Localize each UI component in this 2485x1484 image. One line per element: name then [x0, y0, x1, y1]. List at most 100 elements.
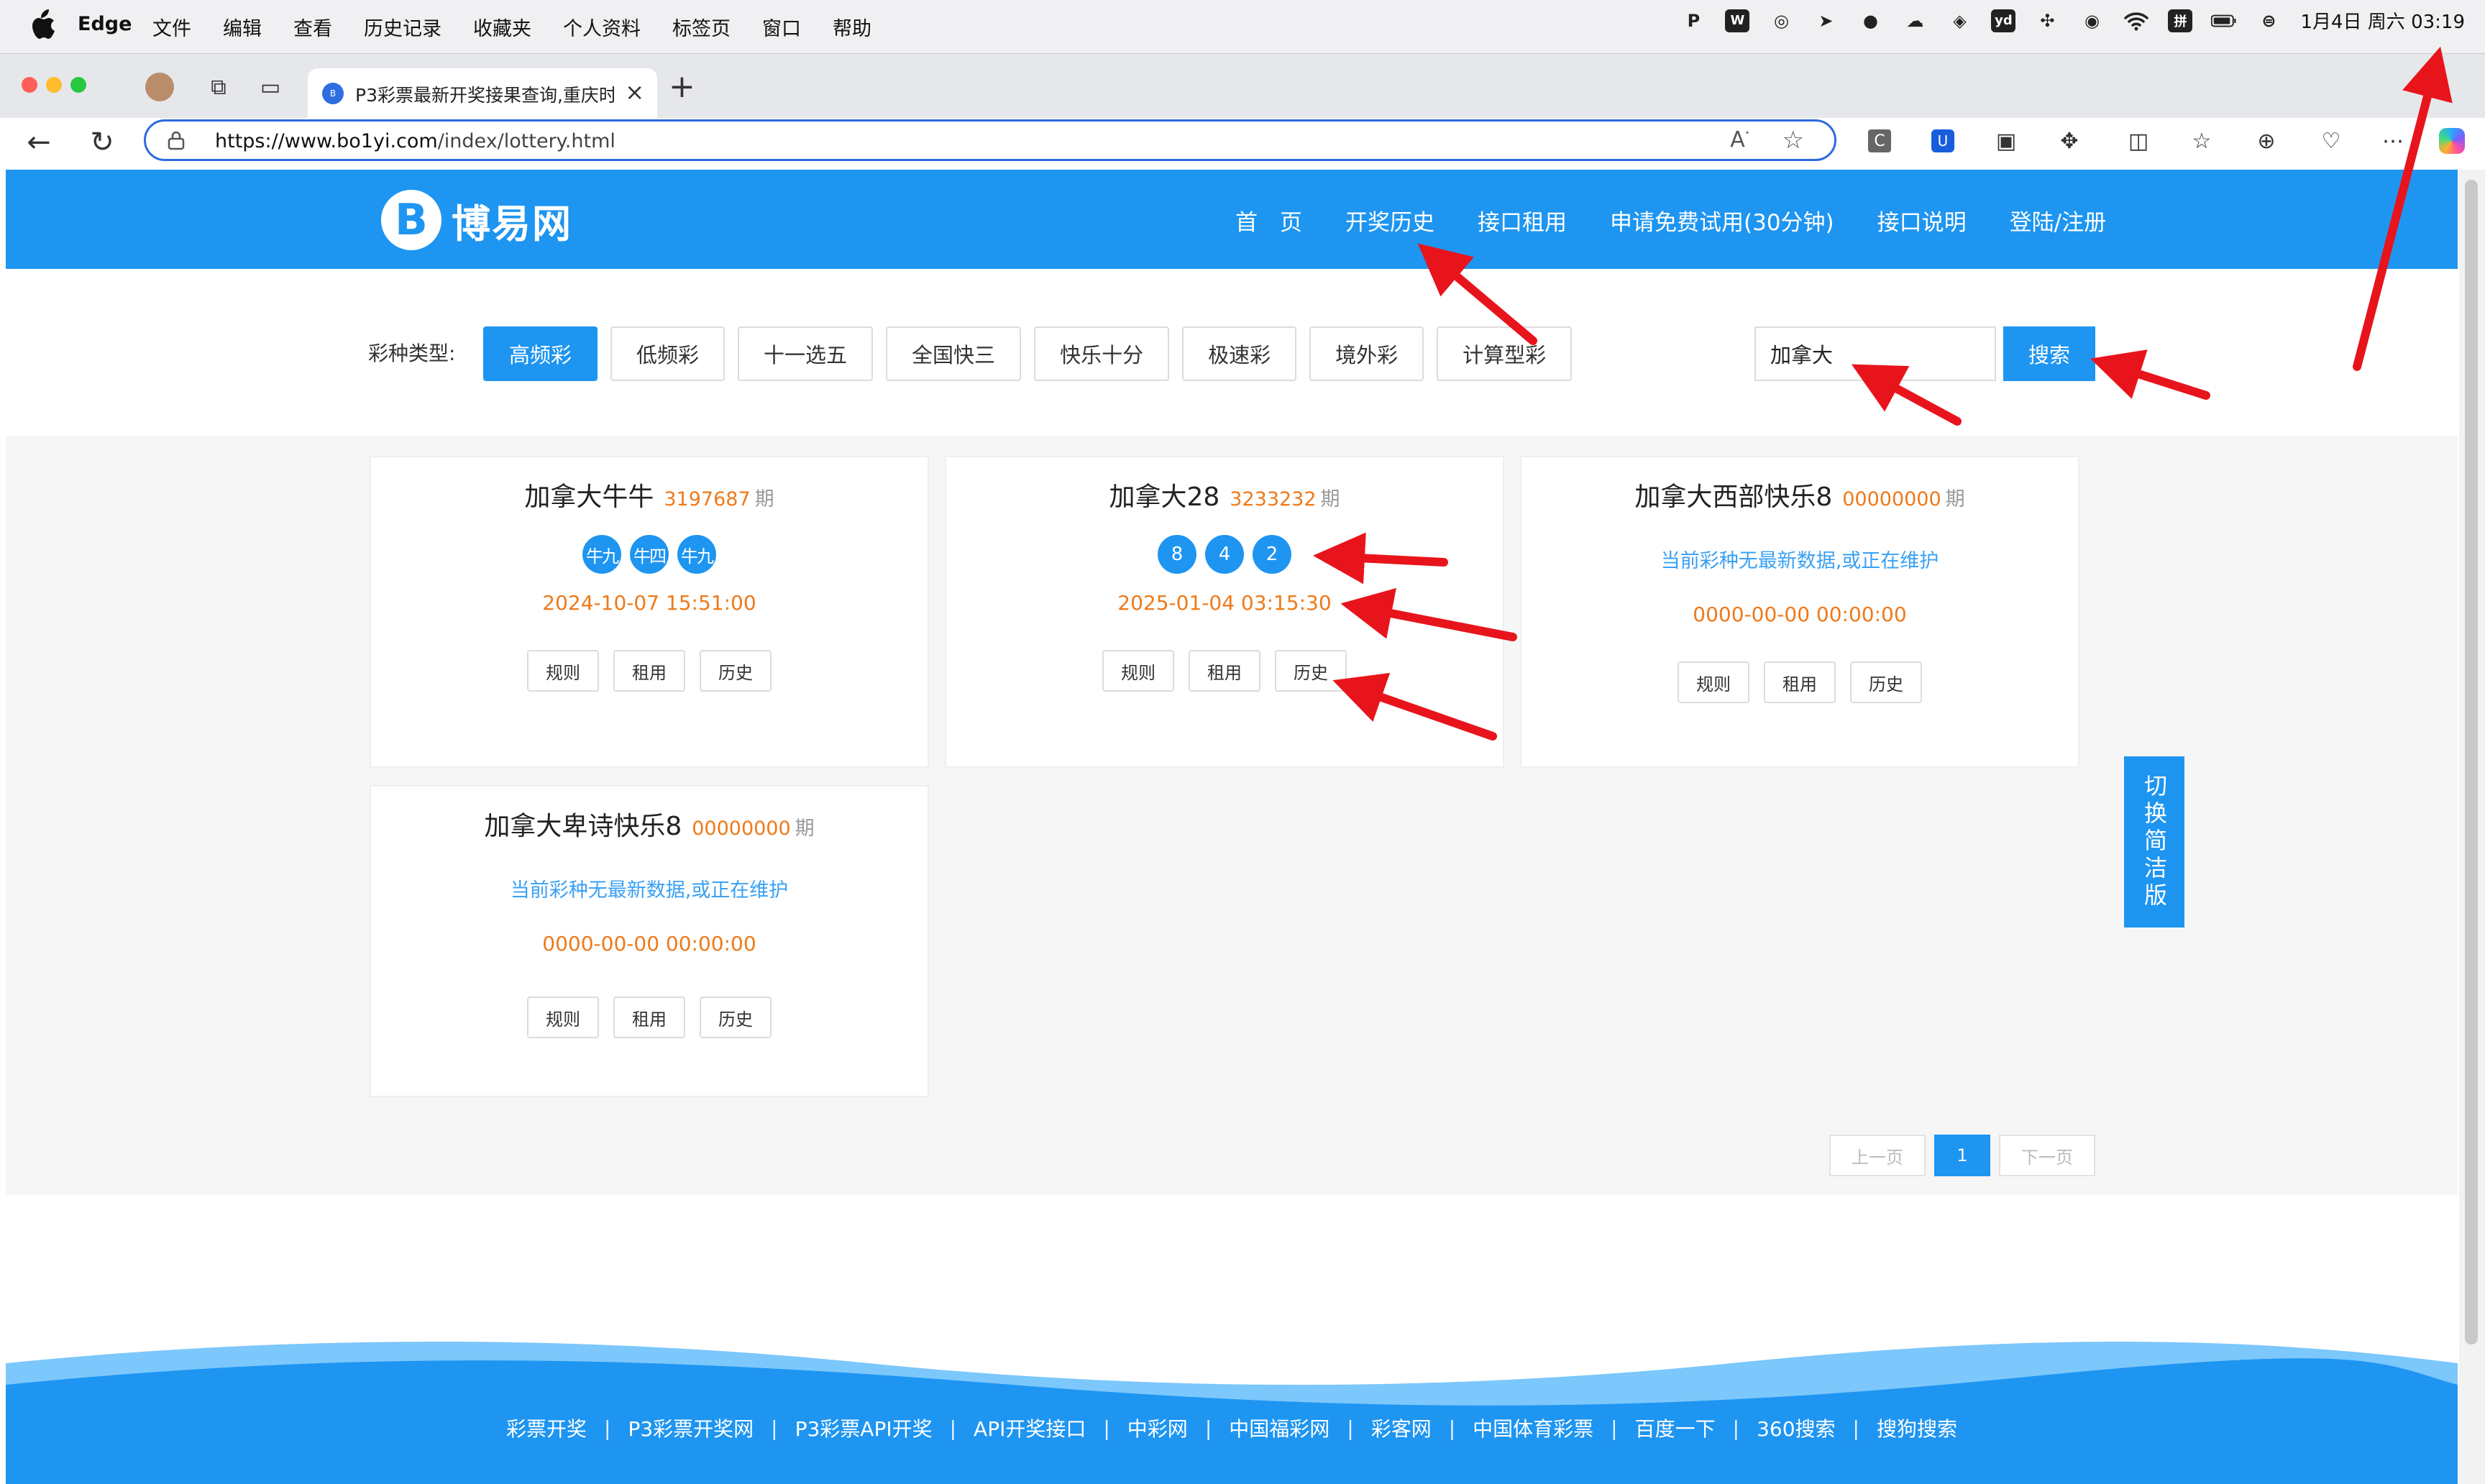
history-button[interactable]: 历史 [700, 997, 772, 1038]
footer-link[interactable]: P3彩票开奖网 [628, 1414, 754, 1442]
layers-icon[interactable]: ◈ [1946, 8, 1972, 34]
nav-free-trial[interactable]: 申请免费试用(30分钟) [1610, 204, 1834, 237]
send-icon[interactable]: ➤ [1813, 8, 1839, 34]
browser-essentials-icon[interactable]: ♡ [2314, 124, 2348, 158]
input-method-icon[interactable]: 拼 [2168, 9, 2193, 32]
current-page-button[interactable]: 1 [1934, 1135, 1990, 1176]
address-bar[interactable]: https://www.bo1yi.com/index/lottery.html… [144, 119, 1836, 161]
c-extension-icon[interactable]: C [1862, 124, 1897, 158]
prev-page-button[interactable]: 上一页 [1829, 1135, 1926, 1176]
close-window-button[interactable] [22, 77, 37, 93]
grid-app-icon[interactable]: ✣ [2034, 8, 2060, 34]
profile-avatar-icon[interactable] [145, 73, 174, 101]
close-tab-icon[interactable]: × [625, 78, 644, 106]
issue-suffix: 期 [795, 817, 815, 840]
category-kl10[interactable]: 快乐十分 [1034, 326, 1170, 381]
menu-window[interactable]: 窗口 [762, 13, 801, 41]
bitwarden-icon[interactable]: U [1926, 124, 1960, 158]
read-aloud-icon[interactable]: Aᐩ [1730, 127, 1749, 152]
footer-link[interactable]: P3彩票API开奖 [795, 1414, 933, 1442]
footer-link[interactable]: 中国体育彩票 [1473, 1414, 1593, 1442]
favorites-icon[interactable]: ☆ [2184, 124, 2219, 158]
new-tab-icon[interactable]: + [669, 68, 695, 105]
more-options-icon[interactable]: ⋯ [2376, 124, 2410, 158]
scrollbar-thumb[interactable] [2465, 180, 2478, 1345]
hat-icon[interactable]: ● [1857, 8, 1883, 34]
menubar-clock[interactable]: 1月4日 周六 03:19 [2300, 7, 2465, 34]
menu-favorites[interactable]: 收藏夹 [473, 13, 531, 41]
rules-button[interactable]: 规则 [1102, 650, 1174, 692]
w-app-icon[interactable]: W [1725, 9, 1750, 32]
nav-api-rent[interactable]: 接口租用 [1478, 204, 1567, 237]
rules-button[interactable]: 规则 [1678, 661, 1749, 703]
category-11x5[interactable]: 十一选五 [738, 326, 874, 381]
history-button[interactable]: 历史 [1850, 661, 1922, 703]
footer-link[interactable]: 中彩网 [1127, 1414, 1188, 1442]
zoom-window-button[interactable] [70, 77, 86, 93]
pinterest-icon[interactable]: P [1680, 8, 1706, 34]
record-icon[interactable]: ◎ [1768, 8, 1794, 34]
search-input[interactable] [1754, 326, 1996, 381]
rent-button[interactable]: 租用 [613, 650, 685, 692]
category-overseas[interactable]: 境外彩 [1309, 326, 1424, 381]
history-button[interactable]: 历史 [1275, 650, 1347, 692]
category-speed[interactable]: 极速彩 [1182, 326, 1297, 381]
rent-button[interactable]: 租用 [613, 997, 685, 1038]
page-scrollbar[interactable] [2459, 170, 2485, 1484]
lock-icon[interactable] [168, 130, 185, 150]
cloud-icon[interactable]: ☁ [1902, 8, 1928, 34]
category-low-freq[interactable]: 低频彩 [610, 326, 726, 381]
apple-logo-icon[interactable] [27, 9, 56, 42]
control-center-icon[interactable]: ⊜ [2256, 8, 2282, 34]
menu-tabs[interactable]: 标签页 [672, 13, 731, 41]
url-text[interactable]: https://www.bo1yi.com/index/lottery.html [215, 130, 615, 152]
app-name-menu[interactable]: Edge [78, 13, 132, 35]
history-button[interactable]: 历史 [700, 650, 772, 692]
site-logo[interactable]: B 博易网 [381, 190, 572, 250]
nav-draw-history[interactable]: 开奖历史 [1345, 204, 1434, 237]
menu-history[interactable]: 历史记录 [364, 13, 441, 41]
active-tab[interactable]: B P3彩票最新开奖接果查询,重庆时时彩 × [308, 68, 657, 119]
next-page-button[interactable]: 下一页 [1999, 1135, 2095, 1176]
yd-icon[interactable]: yd [1991, 9, 2016, 32]
minimize-window-button[interactable] [46, 77, 62, 93]
rules-button[interactable]: 规则 [527, 650, 599, 692]
split-screen-icon[interactable]: ◫ [2121, 124, 2156, 158]
category-computed[interactable]: 计算型彩 [1437, 326, 1573, 381]
rules-button[interactable]: 规则 [527, 997, 599, 1038]
back-arrow-icon[interactable]: ← [19, 122, 59, 162]
nav-api-docs[interactable]: 接口说明 [1877, 204, 1967, 237]
nav-home[interactable]: 首 页 [1235, 204, 1302, 237]
menu-view[interactable]: 查看 [293, 13, 332, 41]
switch-simple-version-button[interactable]: 切换简洁版 [2124, 756, 2184, 927]
battery-icon[interactable] [2211, 8, 2237, 34]
rent-button[interactable]: 租用 [1189, 650, 1260, 692]
nav-login-register[interactable]: 登陆/注册 [2010, 204, 2106, 237]
workspaces-icon[interactable]: ⧉ [204, 73, 233, 101]
favorite-star-icon[interactable]: ☆ [1782, 126, 1804, 155]
notification-icon[interactable]: ◉ [2079, 8, 2105, 34]
extensions-icon[interactable]: ✥ [2052, 124, 2087, 158]
menu-help[interactable]: 帮助 [833, 13, 871, 41]
copilot-icon[interactable] [2435, 124, 2469, 158]
footer-link[interactable]: 彩票开奖 [506, 1414, 587, 1442]
search-button[interactable]: 搜索 [2003, 326, 2095, 381]
footer-link[interactable]: 百度一下 [1635, 1414, 1716, 1442]
tab-actions-icon[interactable]: ▭ [256, 73, 285, 101]
category-high-freq[interactable]: 高频彩 [483, 326, 598, 381]
rent-button[interactable]: 租用 [1764, 661, 1836, 703]
collections-icon[interactable]: ⊕ [2249, 124, 2284, 158]
reload-icon[interactable]: ↻ [82, 122, 122, 162]
menu-edit[interactable]: 编辑 [223, 13, 262, 41]
footer-link[interactable]: 搜狗搜索 [1877, 1414, 1957, 1442]
wifi-icon[interactable] [2123, 8, 2149, 34]
footer-link[interactable]: 中国福彩网 [1229, 1414, 1330, 1442]
card-actions: 规则 租用 历史 [1521, 661, 2078, 703]
category-k3[interactable]: 全国快三 [886, 326, 1022, 381]
footer-link[interactable]: API开奖接口 [974, 1414, 1086, 1442]
menu-profile[interactable]: 个人资料 [563, 13, 641, 41]
footer-link[interactable]: 360搜索 [1757, 1414, 1835, 1442]
doc-extension-icon[interactable]: ▣ [1989, 124, 2023, 158]
footer-link[interactable]: 彩客网 [1371, 1414, 1432, 1442]
menu-file[interactable]: 文件 [152, 13, 191, 41]
